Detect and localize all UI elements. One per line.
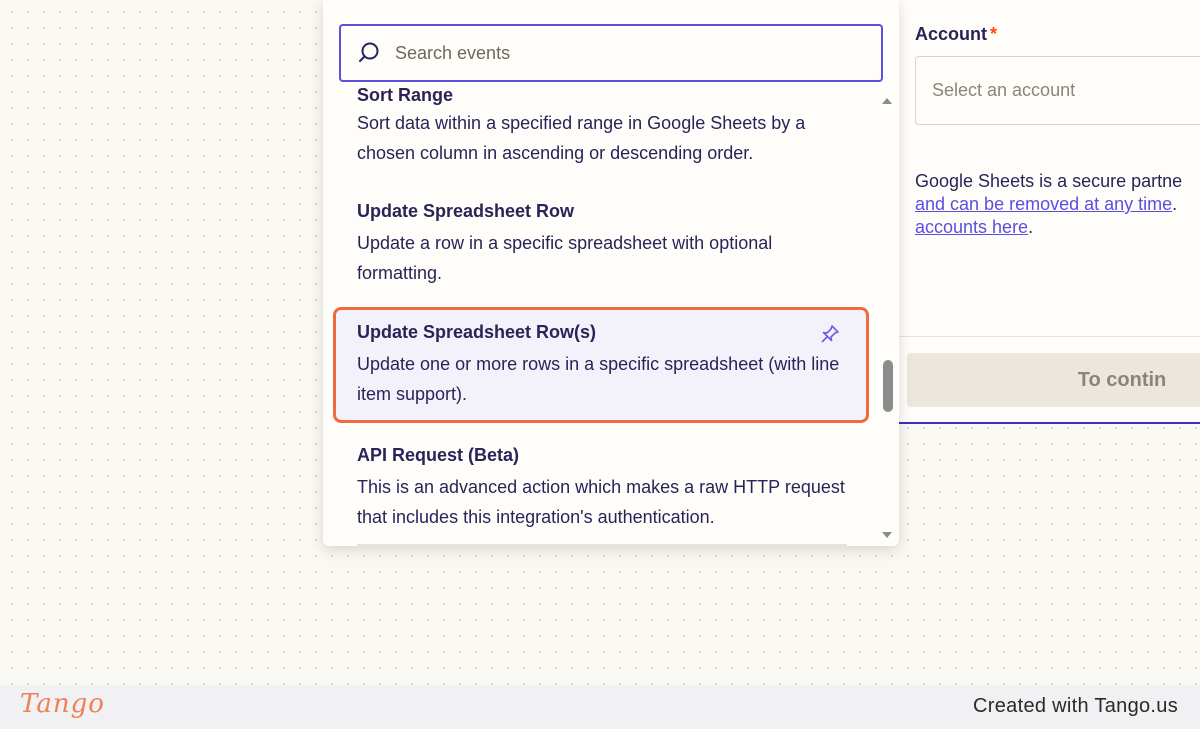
event-item-description: Update a row in a specific spreadsheet w… xyxy=(357,233,773,283)
event-item-title: Sort Range xyxy=(357,85,454,105)
search-input[interactable] xyxy=(395,42,855,64)
event-item-api-request[interactable]: API Request (Beta) This is an advanced a… xyxy=(333,430,869,546)
event-item-update-spreadsheet-rows[interactable]: Update Spreadsheet Row(s) Update one or … xyxy=(333,307,869,423)
list-item-peek xyxy=(357,544,847,546)
partner-info-text: Google Sheets is a secure partne and can… xyxy=(915,171,1183,237)
event-item-description: Update one or more rows in a specific sp… xyxy=(357,354,840,404)
search-icon xyxy=(359,42,379,62)
event-item-title: Update Spreadsheet Row(s) xyxy=(357,322,597,342)
scroll-up-arrow-icon[interactable] xyxy=(881,96,893,106)
account-select[interactable]: Select an account xyxy=(915,56,1200,125)
event-item-update-spreadsheet-row[interactable]: Update Spreadsheet Row Update a row in a… xyxy=(333,186,869,302)
scroll-down-arrow-icon[interactable] xyxy=(881,530,893,540)
account-label: Account * xyxy=(915,24,998,44)
event-item-sort-range[interactable]: Sort Range Sort data within a specified … xyxy=(333,84,869,182)
event-item-description: Sort data within a specified range in Go… xyxy=(357,113,806,163)
manage-accounts-link[interactable]: accounts here xyxy=(915,217,1028,237)
footer-bar: Tango Created with Tango.us xyxy=(0,685,1200,729)
search-box[interactable] xyxy=(339,24,883,82)
removal-info-link[interactable]: and can be removed at any time xyxy=(915,194,1172,214)
scrollbar-thumb[interactable] xyxy=(883,360,893,412)
tango-logo: Tango xyxy=(20,689,105,719)
event-item-description: This is an advanced action which makes a… xyxy=(357,477,845,527)
pin-icon[interactable] xyxy=(820,324,840,344)
event-dropdown: Sort Range Sort data within a specified … xyxy=(323,0,899,546)
continue-button[interactable]: To contin xyxy=(907,353,1200,407)
panel-divider xyxy=(898,336,1200,337)
required-mark: * xyxy=(990,24,998,44)
event-item-title: Update Spreadsheet Row xyxy=(357,201,575,221)
event-item-title: API Request (Beta) xyxy=(357,445,520,465)
created-with-text: Created with Tango.us xyxy=(973,695,1178,717)
account-select-placeholder: Select an account xyxy=(932,80,1076,100)
step-config-panel: Account * Select an account Google Sheets… xyxy=(898,0,1200,424)
event-list: Sort Range Sort data within a specified … xyxy=(323,84,883,546)
